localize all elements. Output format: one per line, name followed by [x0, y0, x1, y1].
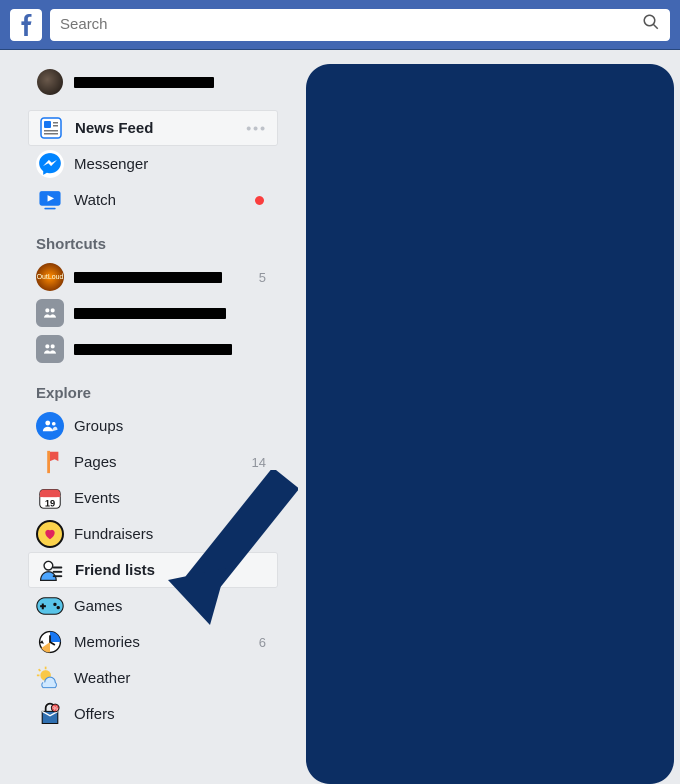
sidebar-item-profile[interactable] [28, 64, 278, 100]
sidebar-item-friend-lists[interactable]: Friend lists [28, 552, 278, 588]
count-badge: 5 [259, 270, 270, 285]
sidebar-item-watch[interactable]: Watch [28, 182, 278, 218]
watch-icon [36, 186, 64, 214]
search-input[interactable] [60, 16, 642, 33]
sidebar-item-weather[interactable]: Weather [28, 660, 278, 696]
sidebar-shortcut-item[interactable] [28, 295, 278, 331]
more-icon[interactable]: ••• [246, 120, 269, 136]
sidebar-item-pages[interactable]: Pages 14 [28, 444, 278, 480]
group-avatar [36, 299, 64, 327]
top-bar [0, 0, 680, 50]
nav-label: Memories [74, 634, 259, 651]
fundraisers-icon [36, 520, 64, 548]
sidebar-shortcut-item[interactable] [28, 331, 278, 367]
nav-label: Messenger [74, 156, 270, 173]
sidebar-item-groups[interactable]: Groups [28, 408, 278, 444]
count-badge: 1 [259, 491, 270, 506]
pages-icon [36, 448, 64, 476]
nav-label: Pages [74, 454, 252, 471]
group-avatar [36, 335, 64, 363]
nav-label: Offers [74, 706, 270, 723]
memories-icon [36, 628, 64, 656]
left-sidebar: News Feed ••• Messenger Watch Shortcuts … [28, 64, 278, 784]
news-feed-icon [37, 114, 65, 142]
section-header-shortcuts: Shortcuts [28, 218, 278, 259]
nav-label: Games [74, 598, 270, 615]
groups-icon [36, 412, 64, 440]
games-icon [36, 592, 64, 620]
main-content-panel [306, 64, 674, 784]
events-icon: 19 [36, 484, 64, 512]
facebook-logo[interactable] [10, 9, 42, 41]
offers-icon: % [36, 700, 64, 728]
notification-dot [255, 196, 264, 205]
friend-lists-icon [37, 556, 65, 584]
sidebar-item-fundraisers[interactable]: Fundraisers [28, 516, 278, 552]
weather-icon [36, 664, 64, 692]
nav-label: Watch [74, 192, 255, 209]
messenger-icon [36, 150, 64, 178]
section-header-explore: Explore [28, 367, 278, 408]
nav-label: Weather [74, 670, 270, 687]
sidebar-shortcut-item[interactable]: OutLoud 5 [28, 259, 278, 295]
search-bar[interactable] [50, 9, 670, 41]
nav-label: Friend lists [75, 562, 269, 579]
sidebar-item-messenger[interactable]: Messenger [28, 146, 278, 182]
svg-text:%: % [53, 707, 59, 713]
svg-text:19: 19 [45, 498, 55, 508]
sidebar-item-news-feed[interactable]: News Feed ••• [28, 110, 278, 146]
nav-label: Groups [74, 418, 270, 435]
search-icon[interactable] [642, 13, 660, 36]
nav-label: News Feed [75, 120, 246, 137]
nav-label: Events [74, 490, 259, 507]
group-avatar: OutLoud [36, 263, 64, 291]
count-badge: 6 [259, 635, 270, 650]
sidebar-item-memories[interactable]: Memories 6 [28, 624, 278, 660]
nav-label: Fundraisers [74, 526, 270, 543]
sidebar-item-games[interactable]: Games [28, 588, 278, 624]
avatar [36, 68, 64, 96]
count-badge: 14 [252, 455, 270, 470]
sidebar-item-events[interactable]: 19 Events 1 [28, 480, 278, 516]
sidebar-item-offers[interactable]: % Offers [28, 696, 278, 732]
